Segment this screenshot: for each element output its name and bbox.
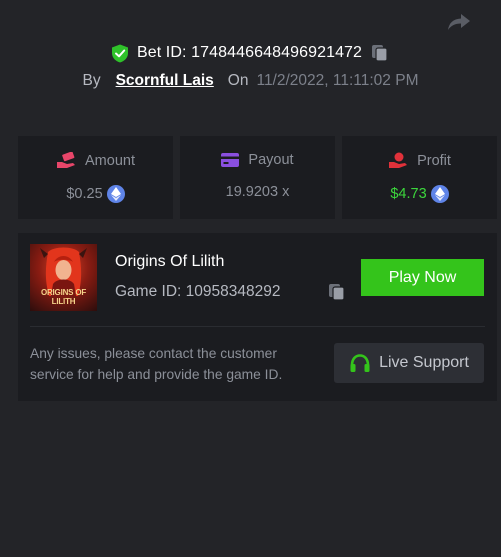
bet-header: Bet ID: 1748446648496921472 By Scornful …	[0, 43, 501, 90]
bet-id-text: Bet ID: 1748446648496921472	[136, 44, 363, 61]
game-card: ORIGINS OF LILITH Origins Of Lilith Game…	[18, 233, 497, 401]
payout-value: 19.9203 x	[225, 184, 290, 200]
bet-date: 11/2/2022, 11:11:02 PM	[256, 72, 419, 89]
share-icon	[448, 14, 470, 30]
copy-game-id-button[interactable]	[327, 282, 347, 302]
thumbnail-caption: ORIGINS OF LILITH	[40, 288, 87, 306]
money-hand-icon	[57, 152, 75, 168]
divider	[30, 326, 485, 327]
live-support-button[interactable]: Live Support	[334, 343, 484, 383]
bet-id-row: Bet ID: 1748446648496921472	[0, 43, 501, 63]
share-button[interactable]	[444, 8, 474, 36]
username-link[interactable]: Scornful Lais	[116, 72, 214, 90]
support-message: Any issues, please contact the customer …	[30, 346, 283, 382]
payout-card: Payout 19.9203 x	[180, 136, 335, 219]
game-name: Origins Of Lilith	[115, 253, 225, 270]
amount-label: Amount	[85, 152, 135, 169]
profit-hand-icon	[389, 152, 408, 168]
profit-value: $4.73	[390, 186, 427, 202]
amount-card: Amount $0.25	[18, 136, 173, 219]
verified-shield-icon	[111, 44, 128, 62]
eth-icon	[106, 185, 125, 203]
amount-value: $0.25	[66, 186, 103, 202]
bet-meta-row: By Scornful Lais On 11/2/2022, 11:11:02 …	[0, 72, 501, 90]
copy-icon	[329, 284, 345, 301]
by-label: By	[82, 72, 101, 89]
on-label: On	[227, 72, 249, 89]
payout-label: Payout	[248, 152, 294, 168]
copy-icon	[372, 45, 388, 62]
card-icon	[221, 153, 240, 167]
eth-icon	[430, 185, 449, 203]
headset-icon	[350, 354, 370, 372]
live-support-label: Live Support	[379, 354, 469, 371]
play-now-button[interactable]: Play Now	[361, 259, 484, 296]
profit-card: Profit $4.73	[342, 136, 497, 219]
copy-bet-id-button[interactable]	[370, 43, 390, 63]
game-id: Game ID: 10958348292	[115, 283, 281, 300]
bet-stats: Amount $0.25 Payout 19.9203 x Profit $4.…	[18, 136, 497, 219]
game-thumbnail[interactable]: ORIGINS OF LILITH	[30, 244, 97, 311]
profit-label: Profit	[417, 152, 451, 169]
